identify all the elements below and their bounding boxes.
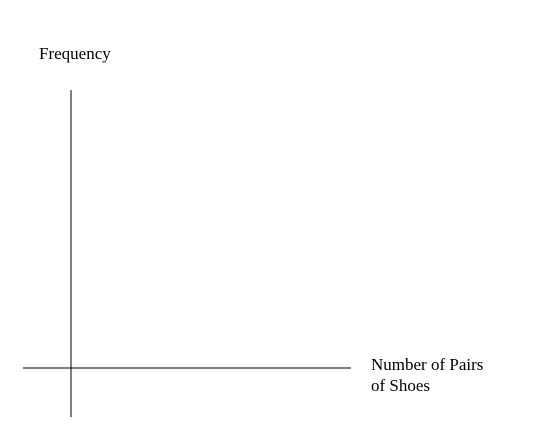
x-axis-label-line-1: Number of Pairs <box>371 355 484 374</box>
x-axis-label: Number of Pairs of Shoes <box>371 354 483 396</box>
x-axis-label-line-2: of Shoes <box>371 376 431 395</box>
y-axis-label: Frequency <box>39 44 111 63</box>
